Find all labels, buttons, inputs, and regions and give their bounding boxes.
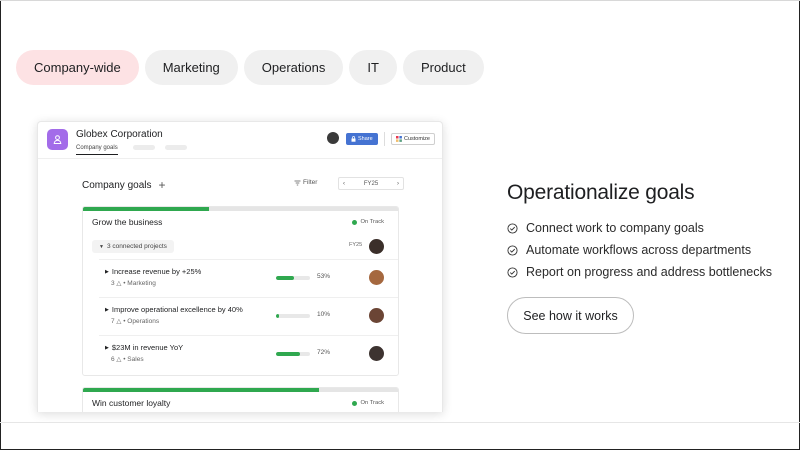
filter-label: Filter — [303, 179, 318, 186]
tab-label: Company-wide — [34, 60, 121, 75]
department-filter-tabs: Company-wide Marketing Operations IT Pro… — [16, 50, 484, 85]
list-item: Automate workflows across departments — [507, 239, 772, 261]
tab-label: Marketing — [162, 60, 220, 75]
caret-down-icon: ▼ — [99, 243, 104, 250]
goal-name: Grow the business — [92, 217, 163, 227]
period-selector: ‹ FY25 › — [338, 177, 404, 190]
check-circle-icon — [507, 244, 518, 256]
sub-goal-title: ▶ $23M in revenue YoY — [105, 343, 183, 352]
list-item[interactable]: ▶ Improve operational excellence by 40% 7… — [99, 297, 398, 335]
tab-company-wide[interactable]: Company-wide — [16, 50, 139, 85]
top-divider — [0, 0, 800, 1]
sub-goal-meta: 6 △ • Sales — [111, 356, 144, 363]
avatar[interactable] — [327, 132, 339, 144]
lock-icon — [351, 136, 356, 142]
grid-icon — [396, 136, 402, 142]
sub-goal-name: $23M in revenue YoY — [111, 343, 184, 352]
progress-fill — [276, 276, 295, 280]
caret-right-icon: ▶ — [105, 306, 109, 313]
progress-bar — [276, 276, 310, 280]
list-item[interactable]: ▶ Increase revenue by +25% 3 △ • Marketin… — [99, 259, 398, 297]
tab-label: Product — [420, 60, 466, 75]
tab-label: Operations — [261, 60, 326, 75]
cta-label: See how it works — [523, 308, 618, 323]
section-title-text: Company goals — [82, 179, 152, 191]
connected-projects-label: 3 connected projects — [106, 243, 167, 250]
chevron-left-icon[interactable]: ‹ — [343, 181, 345, 187]
status-label: On Track — [360, 219, 384, 225]
progress-percent: 10% — [317, 311, 331, 318]
see-how-it-works-button[interactable]: See how it works — [507, 297, 634, 334]
tab-marketing[interactable]: Marketing — [144, 50, 238, 85]
sub-goal-title: ▶ Increase revenue by +25% — [105, 267, 201, 276]
share-label: Share — [358, 136, 373, 142]
section-title: Company goals + — [82, 178, 166, 192]
filter-icon — [294, 180, 301, 185]
bottom-divider — [0, 422, 800, 423]
list-item: Connect work to company goals — [507, 217, 772, 239]
status-label: On Track — [360, 400, 384, 406]
tab-placeholder — [133, 145, 155, 150]
plus-icon[interactable]: + — [158, 178, 165, 192]
goals-app-preview: Globex Corporation Company goals Share C… — [37, 121, 443, 412]
header-divider — [384, 132, 385, 146]
sub-goal-meta: 3 △ • Marketing — [111, 280, 156, 287]
goal-card[interactable]: Win customer loyalty On Track — [82, 387, 399, 412]
customize-label: Customize — [404, 136, 430, 142]
org-name: Globex Corporation — [76, 129, 163, 140]
connected-projects-toggle[interactable]: ▼ 3 connected projects — [92, 240, 174, 253]
caret-right-icon: ▶ — [105, 344, 109, 351]
status-badge: On Track — [352, 219, 384, 225]
check-circle-icon — [507, 266, 518, 278]
people-icon — [47, 129, 68, 150]
bullet-text: Report on progress and address bottlenec… — [526, 265, 772, 279]
sub-goal-meta: 7 △ • Operations — [111, 318, 160, 325]
progress-bar — [276, 314, 310, 318]
tab-label: IT — [367, 60, 379, 75]
tab-company-goals[interactable]: Company goals — [76, 145, 118, 155]
avatar[interactable] — [369, 270, 384, 285]
list-item: Report on progress and address bottlenec… — [507, 261, 772, 283]
progress-percent: 72% — [317, 349, 331, 356]
chevron-right-icon[interactable]: › — [397, 181, 399, 187]
avatar[interactable] — [369, 308, 384, 323]
tab-product[interactable]: Product — [402, 50, 484, 85]
bullet-text: Connect work to company goals — [526, 221, 704, 235]
tab-it[interactable]: IT — [349, 50, 397, 85]
bullet-text: Automate workflows across departments — [526, 243, 752, 257]
progress-fill — [276, 352, 301, 356]
header-separator — [38, 158, 442, 159]
check-circle-icon — [507, 222, 518, 234]
filter-button[interactable]: Filter — [294, 179, 317, 186]
status-dot-icon — [352, 219, 358, 225]
sub-goal-title: ▶ Improve operational excellence by 40% — [105, 305, 243, 314]
goal-name: Win customer loyalty — [92, 398, 171, 408]
progress-fill — [276, 314, 280, 318]
feature-headline: Operationalize goals — [507, 181, 695, 204]
avatar[interactable] — [369, 239, 384, 254]
tab-placeholder — [165, 145, 187, 150]
progress-bar — [276, 352, 310, 356]
status-dot-icon — [352, 400, 358, 406]
list-item[interactable]: ▶ $23M in revenue YoY 6 △ • Sales 72% — [99, 335, 398, 373]
caret-right-icon: ▶ — [105, 268, 109, 275]
goal-card[interactable]: Grow the business On Track ▼ 3 connected… — [82, 206, 399, 376]
share-button[interactable]: Share — [346, 133, 378, 145]
feature-bullets: Connect work to company goals Automate w… — [507, 217, 772, 283]
avatar[interactable] — [369, 346, 384, 361]
status-badge: On Track — [352, 400, 384, 406]
sub-goal-name: Improve operational excellence by 40% — [111, 305, 243, 314]
period-label: FY25 — [363, 180, 379, 187]
tab-operations[interactable]: Operations — [243, 50, 344, 85]
customize-button[interactable]: Customize — [391, 133, 435, 145]
sub-goal-name: Increase revenue by +25% — [111, 267, 202, 276]
goal-period: FY25 — [349, 242, 363, 248]
progress-percent: 53% — [317, 273, 331, 280]
